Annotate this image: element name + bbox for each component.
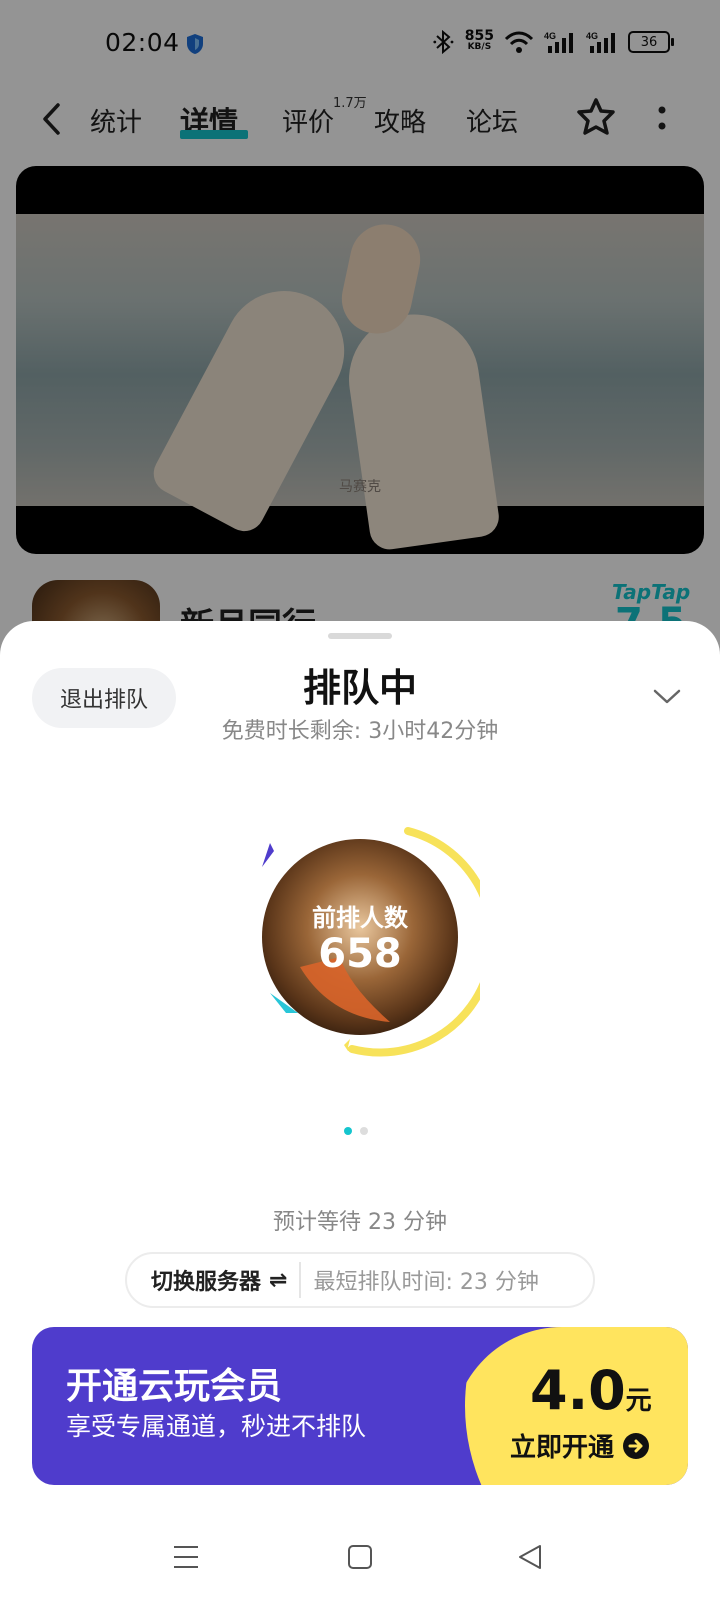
- back-triangle-icon[interactable]: [516, 1543, 544, 1571]
- page-indicator: [344, 1127, 368, 1135]
- page-dot: [360, 1127, 368, 1135]
- home-square-icon[interactable]: [346, 1543, 374, 1571]
- switch-server-button[interactable]: 切换服务器 ⇌: [127, 1254, 287, 1306]
- page-dot-active: [344, 1127, 352, 1135]
- vip-title: 开通云玩会员: [66, 1366, 283, 1407]
- vip-price: 4.0元: [530, 1359, 652, 1422]
- server-bar: 切换服务器 ⇌ 最短排队时间: 23 分钟: [125, 1252, 595, 1308]
- open-now-button[interactable]: 立即开通: [510, 1427, 650, 1464]
- divider: [299, 1262, 302, 1298]
- switch-server-label: 切换服务器: [151, 1270, 262, 1295]
- vip-banner[interactable]: 开通云玩会员 享受专属通道，秒进不排队 4.0元 立即开通: [32, 1327, 688, 1485]
- arrow-right-circle-icon: [623, 1432, 650, 1459]
- drag-handle[interactable]: [328, 633, 392, 639]
- vip-price-unit: 元: [625, 1386, 652, 1416]
- open-now-label: 立即开通: [510, 1433, 615, 1463]
- chevron-down-icon[interactable]: [652, 687, 682, 707]
- swap-icon: ⇌: [269, 1267, 288, 1293]
- queue-ahead-count: 658: [318, 931, 402, 977]
- queue-ahead-label: 前排人数: [312, 904, 408, 932]
- vip-subtitle: 享受专属通道，秒进不排队: [66, 1412, 367, 1441]
- system-nav-bar: [0, 1521, 720, 1600]
- shortest-queue-time: 最短排队时间: 23 分钟: [313, 1270, 539, 1295]
- vip-price-value: 4.0: [530, 1359, 626, 1422]
- queue-bottom-sheet: 退出排队 排队中 免费时长剩余: 3小时42分钟 前排人数 658 预计等待 2…: [0, 621, 720, 1600]
- menu-icon[interactable]: [172, 1543, 200, 1571]
- sheet-title: 排队中: [302, 666, 417, 710]
- estimated-wait: 预计等待 23 分钟: [273, 1210, 447, 1235]
- free-time-remaining: 免费时长剩余: 3小时42分钟: [221, 719, 499, 744]
